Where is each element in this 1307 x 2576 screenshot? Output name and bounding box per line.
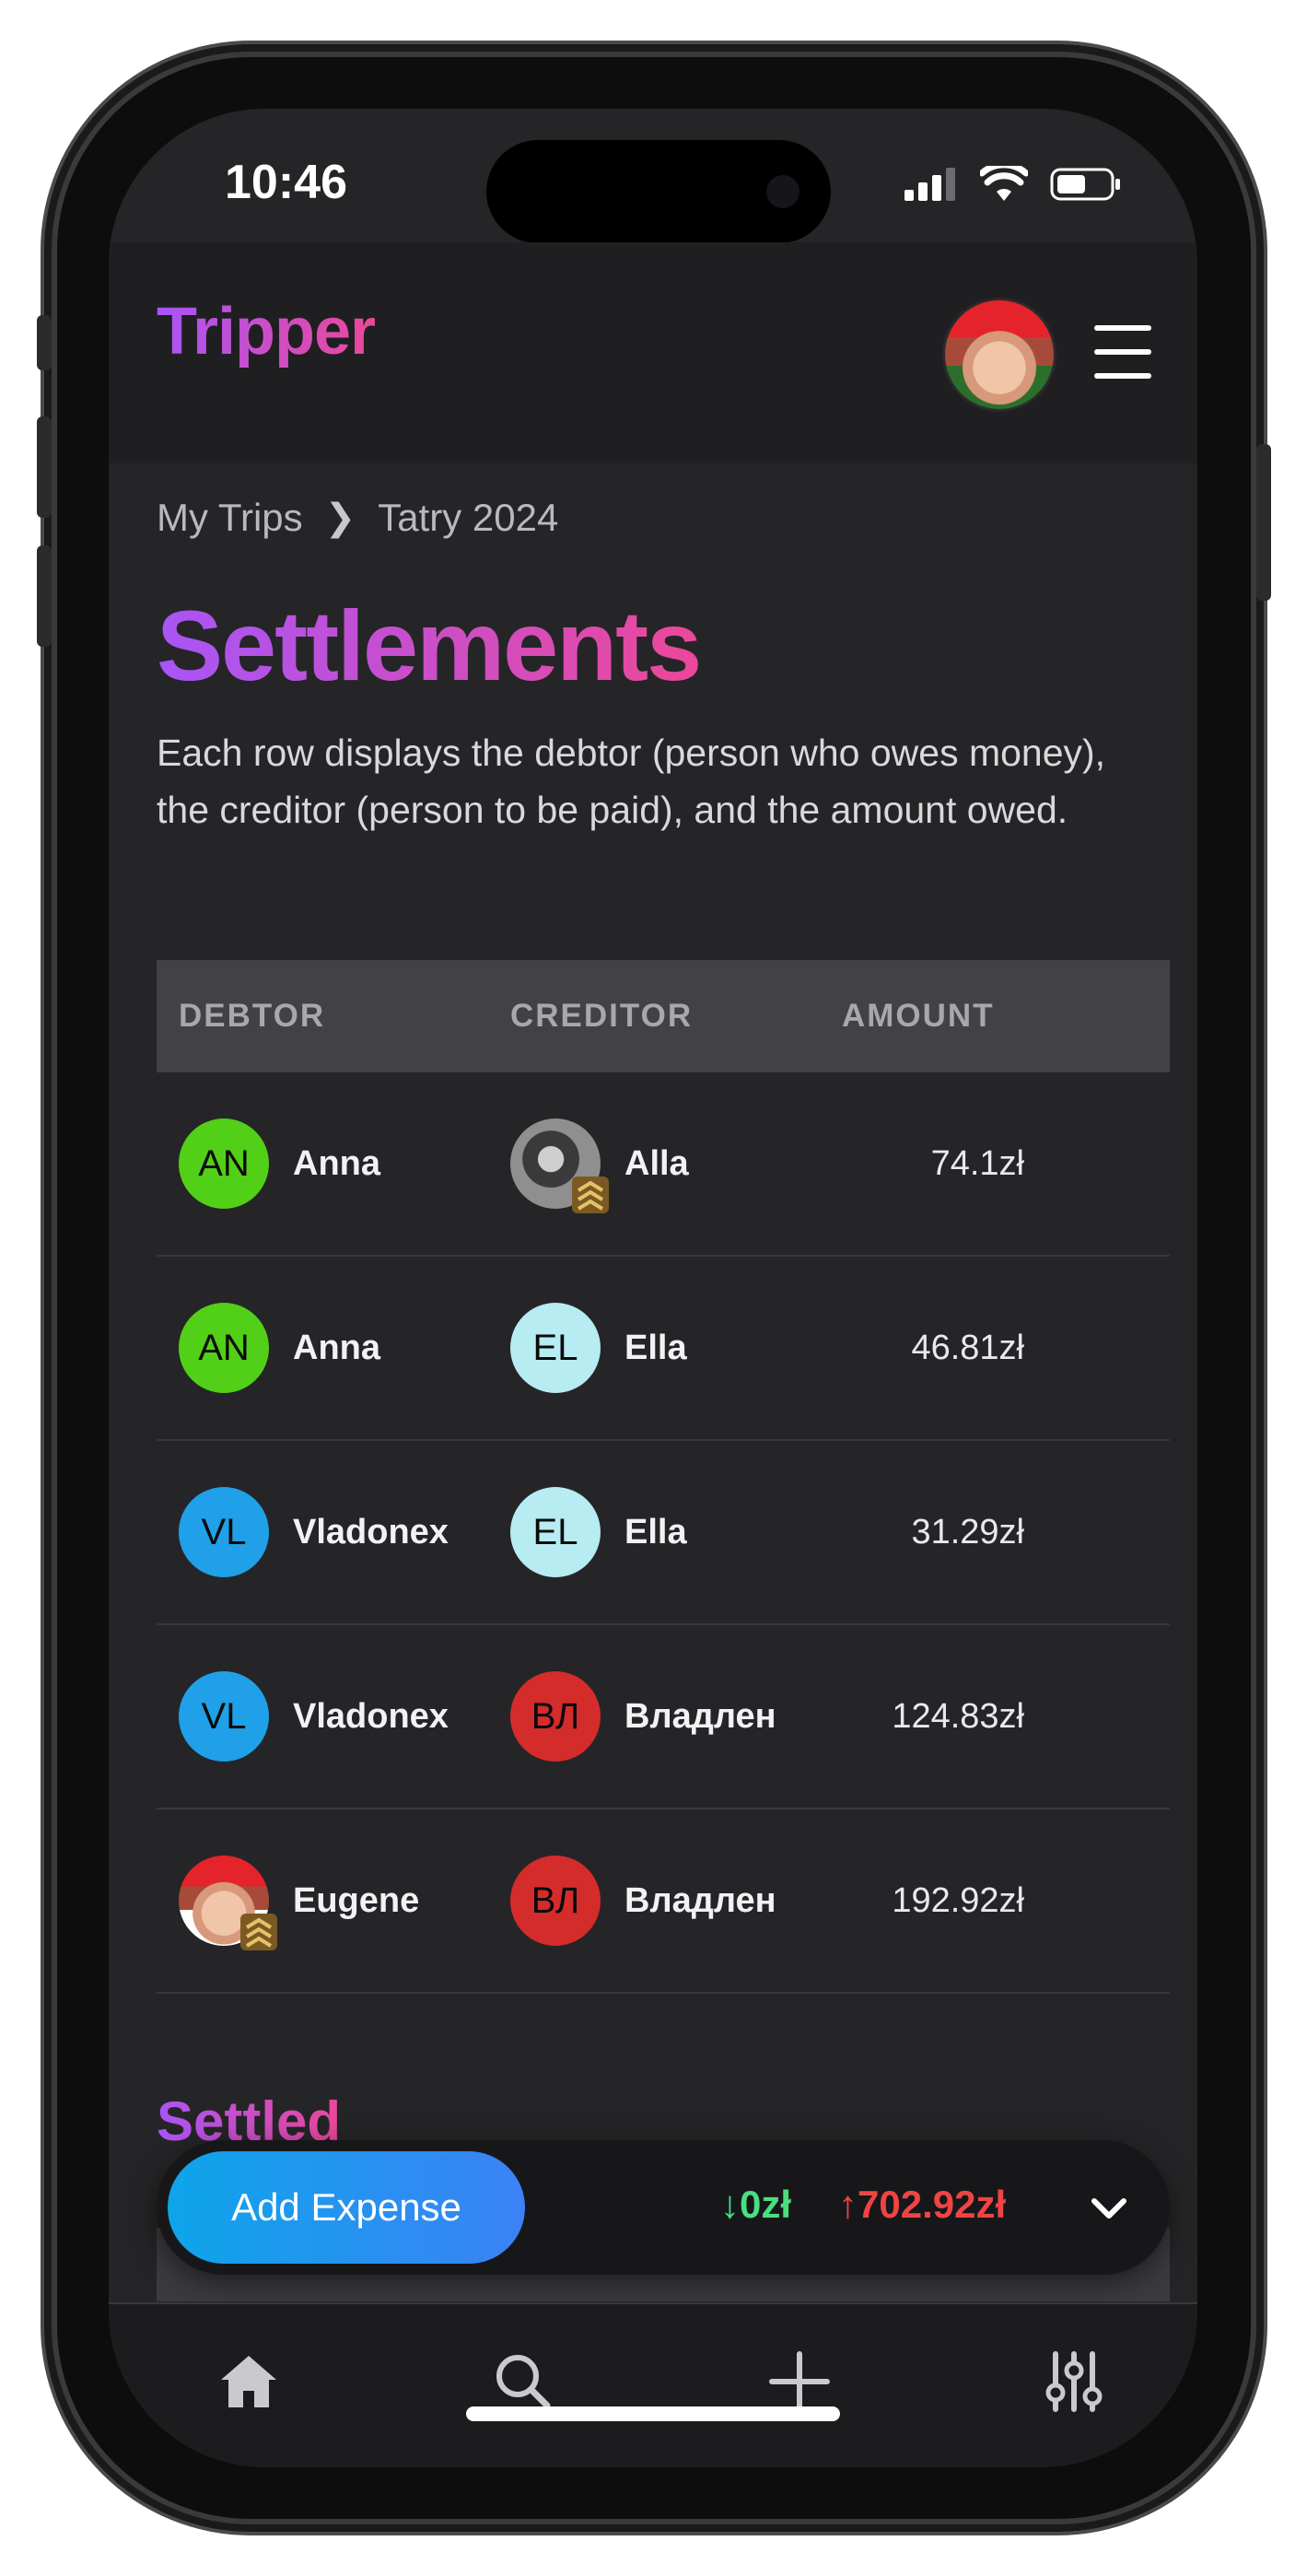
debtor-name: Anna	[293, 1328, 380, 1367]
debtor-name: Vladonex	[293, 1696, 449, 1736]
add-expense-button[interactable]: Add Expense	[168, 2151, 525, 2264]
breadcrumb: My Trips ❯ Tatry 2024	[157, 496, 558, 540]
debtor-avatar: VL	[179, 1487, 269, 1577]
creditor-initials: EL	[532, 1511, 578, 1552]
app-logo[interactable]: Tripper	[157, 294, 376, 369]
debtor-avatar	[179, 1856, 277, 1950]
debtor-cell: AN Anna	[179, 1118, 380, 1209]
creditor-initials: ВЛ	[531, 1695, 580, 1737]
creditor-avatar: ВЛ	[510, 1671, 601, 1762]
creditor-cell: EL Ella	[510, 1487, 687, 1577]
debtor-initials: AN	[198, 1327, 250, 1368]
debtor-initials: AN	[198, 1142, 250, 1184]
debtor-initials: VL	[201, 1695, 247, 1737]
debtor-initials: VL	[201, 1511, 247, 1552]
debtor-name: Vladonex	[293, 1512, 449, 1551]
user-avatar[interactable]	[942, 298, 1056, 412]
debtor-name: Eugene	[293, 1880, 420, 1920]
power-button	[1256, 444, 1271, 601]
creditor-cell: Alla	[510, 1118, 689, 1213]
amount-cell: 124.83zł	[892, 1696, 1024, 1736]
creditor-cell: ВЛ Владлен	[510, 1856, 776, 1946]
rank-badge-icon	[240, 1914, 277, 1950]
expense-summary-bar: Add Expense ↓0zł ↑702.92zł	[157, 2140, 1170, 2275]
wifi-icon	[980, 166, 1028, 201]
chevron-down-icon[interactable]	[1087, 2186, 1131, 2231]
settlements-table: DEBTOR CREDITOR AMOUNT AN Anna Alla 74.1…	[157, 960, 1170, 1994]
debtor-avatar: AN	[179, 1118, 269, 1209]
debtor-cell: Eugene	[179, 1856, 420, 1950]
creditor-cell: EL Ella	[510, 1303, 687, 1393]
header-amount: AMOUNT	[842, 998, 995, 1034]
app-screen: 10:46 Tripper My Trips ❯ Tatry 2024 Sett…	[109, 109, 1197, 2467]
volume-down-button	[37, 545, 52, 647]
creditor-cell: ВЛ Владлен	[510, 1671, 776, 1762]
amount-cell: 74.1zł	[930, 1143, 1024, 1183]
creditor-name: Владлен	[624, 1880, 776, 1920]
table-row[interactable]: Eugene ВЛ Владлен 192.92zł	[157, 1809, 1170, 1994]
amount-cell: 46.81zł	[911, 1328, 1024, 1367]
status-icons	[904, 166, 1124, 203]
bottom-navigation	[109, 2302, 1197, 2467]
signal-icon	[904, 168, 955, 201]
chevron-right-icon: ❯	[324, 498, 356, 538]
table-row[interactable]: AN Anna Alla 74.1zł	[157, 1072, 1170, 1257]
debtor-cell: VL Vladonex	[179, 1487, 449, 1577]
settings-sliders-icon[interactable]	[1037, 2345, 1111, 2418]
app-header: Tripper	[109, 242, 1197, 463]
table-row[interactable]: AN Anna EL Ella 46.81zł	[157, 1257, 1170, 1441]
creditor-avatar: ВЛ	[510, 1856, 601, 1946]
creditor-name: Alla	[624, 1143, 689, 1183]
creditor-name: Владлен	[624, 1696, 776, 1736]
camera-icon	[766, 175, 799, 208]
creditor-name: Ella	[624, 1328, 687, 1367]
amount-cell: 192.92zł	[892, 1880, 1024, 1920]
balance-incoming: ↓0zł	[720, 2183, 792, 2226]
breadcrumb-current-trip[interactable]: Tatry 2024	[378, 496, 558, 540]
home-icon[interactable]	[212, 2345, 286, 2418]
status-time: 10:46	[225, 156, 347, 209]
creditor-avatar: EL	[510, 1487, 601, 1577]
rank-badge-icon	[572, 1177, 609, 1213]
volume-up-button	[37, 416, 52, 518]
action-button	[37, 315, 52, 370]
balance-outgoing: ↑702.92zł	[838, 2183, 1007, 2226]
table-body: AN Anna Alla 74.1zł AN Anna EL Ella 46.8…	[157, 1072, 1170, 1994]
debtor-avatar: AN	[179, 1303, 269, 1393]
table-row[interactable]: VL Vladonex ВЛ Владлен 124.83zł	[157, 1625, 1170, 1809]
debtor-avatar: VL	[179, 1671, 269, 1762]
header-creditor: CREDITOR	[510, 998, 694, 1034]
status-bar: 10:46	[109, 109, 1197, 243]
creditor-name: Ella	[624, 1512, 687, 1551]
debtor-cell: VL Vladonex	[179, 1671, 449, 1762]
debtor-cell: AN Anna	[179, 1303, 380, 1393]
page-title: Settlements	[157, 590, 702, 701]
amount-cell: 31.29zł	[911, 1512, 1024, 1551]
battery-icon	[1050, 168, 1120, 201]
home-indicator[interactable]	[466, 2406, 840, 2421]
debtor-name: Anna	[293, 1143, 380, 1183]
page-description: Each row displays the debtor (person who…	[157, 732, 1106, 831]
creditor-initials: ВЛ	[531, 1879, 580, 1921]
hamburger-menu-icon[interactable]	[1094, 325, 1151, 379]
breadcrumb-my-trips[interactable]: My Trips	[157, 496, 303, 540]
table-row[interactable]: VL Vladonex EL Ella 31.29zł	[157, 1441, 1170, 1625]
creditor-avatar: EL	[510, 1303, 601, 1393]
creditor-avatar	[510, 1118, 609, 1213]
dynamic-island	[486, 140, 831, 243]
creditor-initials: EL	[532, 1327, 578, 1368]
table-header: DEBTOR CREDITOR AMOUNT	[157, 960, 1170, 1072]
header-debtor: DEBTOR	[179, 998, 326, 1034]
